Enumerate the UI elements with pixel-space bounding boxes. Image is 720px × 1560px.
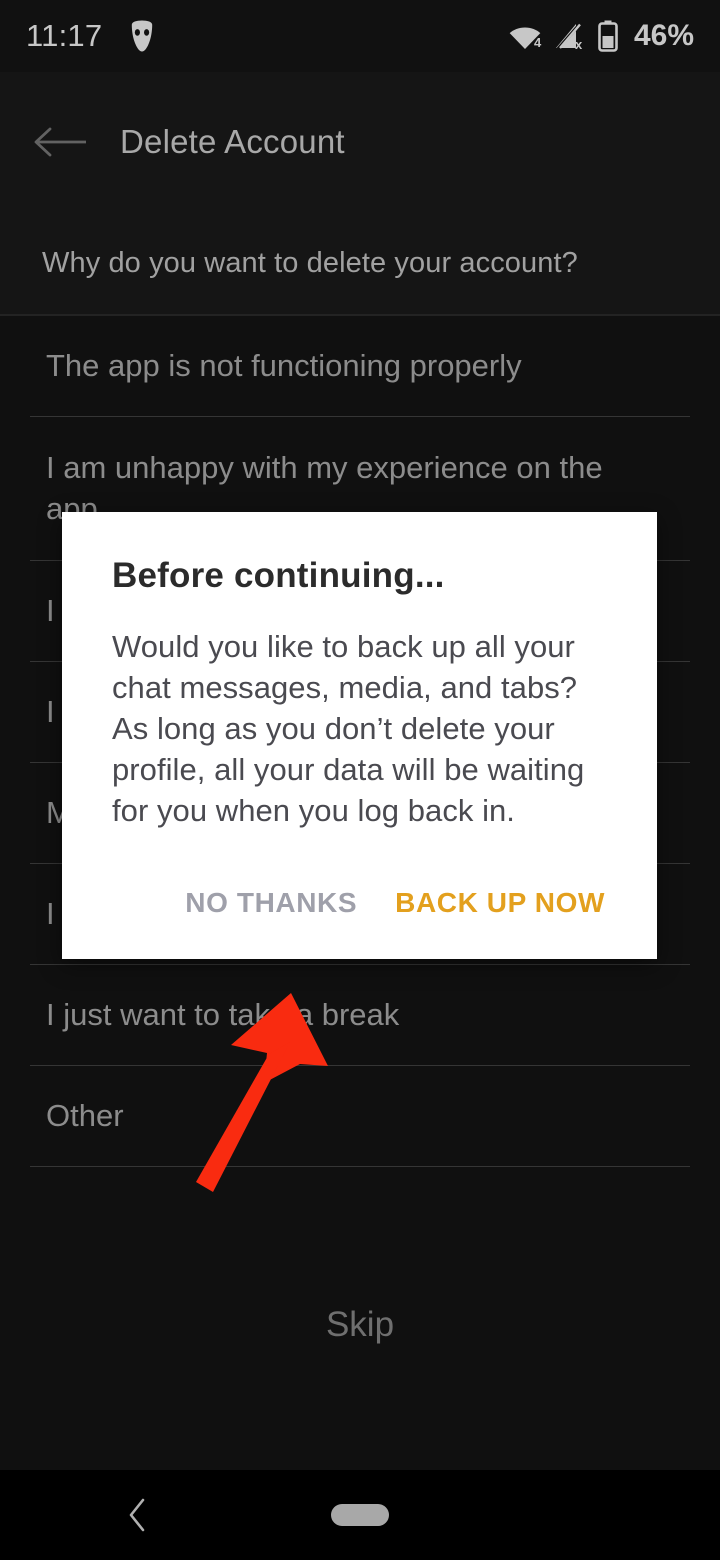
system-navigation-bar [0,1470,720,1560]
home-pill-indicator[interactable] [331,1504,389,1526]
phone-screen: 11:17 4 x 46% Delete Account Why do you … [0,0,720,1560]
backup-dialog: Before continuing... Would you like to b… [62,512,657,959]
dialog-message: Would you like to back up all your chat … [112,629,585,828]
dialog-actions: NO THANKS BACK UP NOW [112,831,607,959]
no-thanks-button[interactable]: NO THANKS [183,883,359,923]
dialog-title: Before continuing... [112,556,445,595]
back-up-now-button[interactable]: BACK UP NOW [393,883,607,923]
nav-back-chevron-icon[interactable] [112,1490,162,1540]
